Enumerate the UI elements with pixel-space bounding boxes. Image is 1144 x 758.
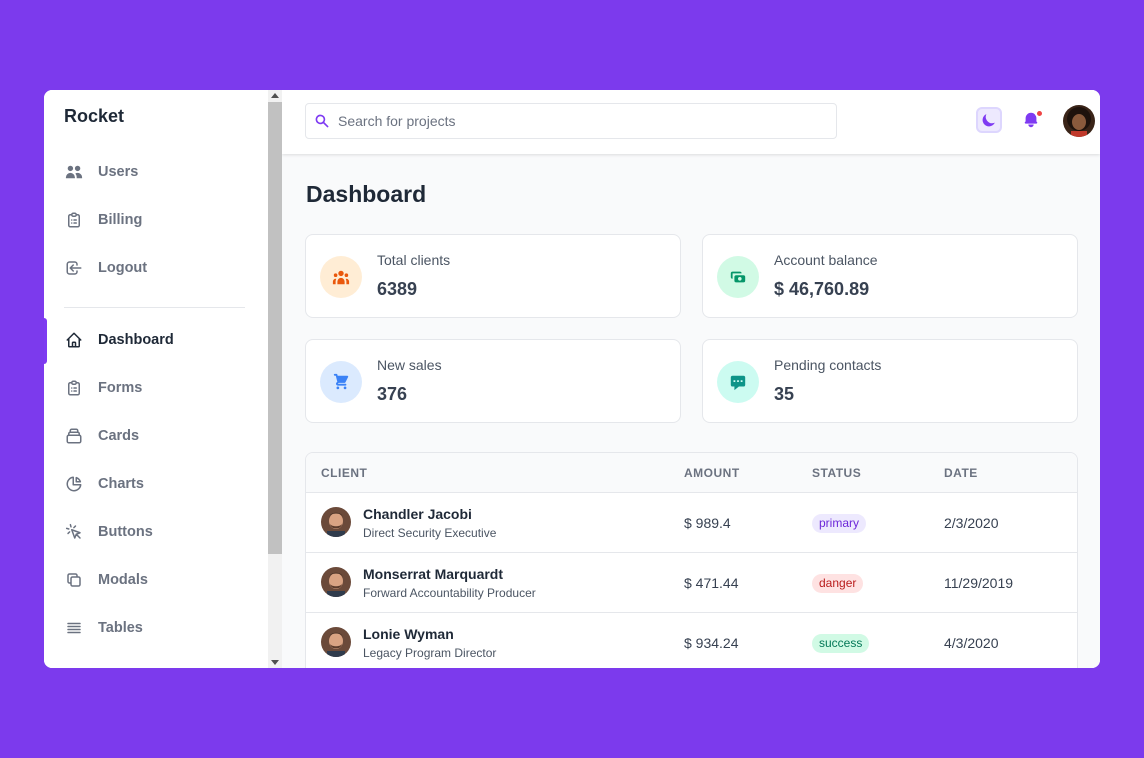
sidebar-item-logout[interactable]: Logout bbox=[44, 246, 268, 290]
stat-value: 376 bbox=[377, 384, 408, 404]
client-role: Forward Accountability Producer bbox=[363, 586, 536, 600]
status-badge: primary bbox=[812, 514, 867, 533]
status-badge: success bbox=[812, 634, 870, 653]
search-icon bbox=[314, 113, 330, 129]
sidebar-item-cards[interactable]: Cards bbox=[44, 414, 268, 458]
client-name: Lonie Wyman bbox=[363, 626, 454, 642]
stat-label: Account balance bbox=[774, 252, 878, 268]
duplicate-icon bbox=[64, 570, 84, 590]
client-avatar bbox=[321, 567, 351, 597]
notification-dot bbox=[1035, 109, 1044, 118]
active-indicator bbox=[44, 318, 47, 364]
client-name: Chandler Jacobi bbox=[363, 506, 472, 522]
sidebar-item-label: Modals bbox=[98, 572, 148, 588]
row-date: 2/3/2020 bbox=[944, 515, 999, 531]
moon-icon bbox=[981, 112, 997, 128]
brand-logo[interactable]: Rocket bbox=[64, 106, 124, 127]
sidebar-item-users[interactable]: Users bbox=[44, 150, 268, 194]
table-header: CLIENT AMOUNT STATUS DATE bbox=[306, 453, 1077, 493]
sidebar-item-label: Dashboard bbox=[98, 332, 174, 348]
client-avatar bbox=[321, 627, 351, 657]
search-input[interactable] bbox=[338, 113, 818, 129]
stat-value: 6389 bbox=[377, 279, 418, 299]
client-avatar bbox=[321, 507, 351, 537]
column-header-date: DATE bbox=[944, 466, 978, 480]
sidebar-item-label: Charts bbox=[98, 476, 144, 492]
stat-card-total-clients: Total clients 6389 bbox=[305, 234, 681, 318]
table-row[interactable]: Chandler Jacobi Direct Security Executiv… bbox=[306, 493, 1077, 553]
row-amount: $ 471.44 bbox=[684, 575, 739, 591]
sidebar-item-label: Forms bbox=[98, 380, 143, 396]
sidebar-item-tables[interactable]: Tables bbox=[44, 606, 268, 650]
sidebar-divider bbox=[64, 307, 245, 308]
stat-value: 35 bbox=[774, 384, 795, 404]
theme-toggle-button[interactable] bbox=[976, 107, 1002, 133]
clients-table: CLIENT AMOUNT STATUS DATE Chandler Jacob… bbox=[305, 452, 1078, 668]
app-window: Rocket Users Billing Logout Dashboard Fo… bbox=[44, 90, 1100, 668]
sidebar-item-billing[interactable]: Billing bbox=[44, 198, 268, 242]
home-icon bbox=[64, 330, 84, 350]
scroll-down-icon[interactable] bbox=[271, 660, 279, 665]
stat-label: Pending contacts bbox=[774, 357, 882, 373]
sidebar-item-modals[interactable]: Modals bbox=[44, 558, 268, 602]
notifications-button[interactable] bbox=[1022, 109, 1044, 131]
pie-chart-icon bbox=[64, 474, 84, 494]
sidebar: Rocket Users Billing Logout Dashboard Fo… bbox=[44, 90, 268, 668]
profile-avatar[interactable] bbox=[1063, 105, 1095, 137]
cards-icon bbox=[64, 426, 84, 446]
table-row[interactable]: Lonie Wyman Legacy Program Director $ 93… bbox=[306, 613, 1077, 668]
cart-icon bbox=[320, 361, 362, 403]
scrollbar-thumb[interactable] bbox=[268, 102, 282, 554]
row-amount: $ 934.24 bbox=[684, 635, 739, 651]
status-badge: danger bbox=[812, 574, 864, 593]
sidebar-item-label: Cards bbox=[98, 428, 140, 444]
table-row[interactable]: Monserrat Marquardt Forward Accountabili… bbox=[306, 553, 1077, 613]
sidebar-item-forms[interactable]: Forms bbox=[44, 366, 268, 410]
stat-card-pending-contacts: Pending contacts 35 bbox=[702, 339, 1078, 423]
row-date: 11/29/2019 bbox=[944, 575, 1014, 591]
clipboard-icon bbox=[64, 210, 84, 230]
top-header bbox=[282, 90, 1100, 154]
stat-card-new-sales: New sales 376 bbox=[305, 339, 681, 423]
main-content: Dashboard Total clients 6389 Account bal… bbox=[282, 90, 1100, 668]
sidebar-item-label: Logout bbox=[98, 260, 148, 276]
users-icon bbox=[64, 162, 84, 182]
column-header-amount: AMOUNT bbox=[684, 466, 740, 480]
sidebar-item-dashboard[interactable]: Dashboard bbox=[44, 318, 268, 364]
client-role: Legacy Program Director bbox=[363, 646, 497, 660]
row-date: 4/3/2020 bbox=[944, 635, 999, 651]
stat-value: $ 46,760.89 bbox=[774, 279, 870, 299]
sidebar-item-charts[interactable]: Charts bbox=[44, 462, 268, 506]
sidebar-item-label: Tables bbox=[98, 620, 143, 636]
sidebar-item-label: Buttons bbox=[98, 524, 153, 540]
client-name: Monserrat Marquardt bbox=[363, 566, 504, 582]
cash-icon bbox=[717, 256, 759, 298]
logout-icon bbox=[64, 258, 84, 278]
stat-label: Total clients bbox=[377, 252, 451, 268]
client-role: Direct Security Executive bbox=[363, 526, 497, 540]
cursor-click-icon bbox=[64, 522, 84, 542]
search-box[interactable] bbox=[305, 103, 837, 139]
chat-icon bbox=[717, 361, 759, 403]
sidebar-scrollbar[interactable] bbox=[268, 90, 282, 668]
column-header-client: CLIENT bbox=[321, 466, 368, 480]
sidebar-item-buttons[interactable]: Buttons bbox=[44, 510, 268, 554]
sidebar-item-label: Billing bbox=[98, 212, 143, 228]
users-icon bbox=[320, 256, 362, 298]
table-icon bbox=[64, 618, 84, 638]
stat-card-account-balance: Account balance $ 46,760.89 bbox=[702, 234, 1078, 318]
row-amount: $ 989.4 bbox=[684, 515, 731, 531]
sidebar-item-label: Users bbox=[98, 164, 139, 180]
column-header-status: STATUS bbox=[812, 466, 862, 480]
page-title: Dashboard bbox=[306, 181, 427, 207]
clipboard-icon bbox=[64, 378, 84, 398]
stat-label: New sales bbox=[377, 357, 442, 373]
scroll-up-icon[interactable] bbox=[271, 93, 279, 98]
